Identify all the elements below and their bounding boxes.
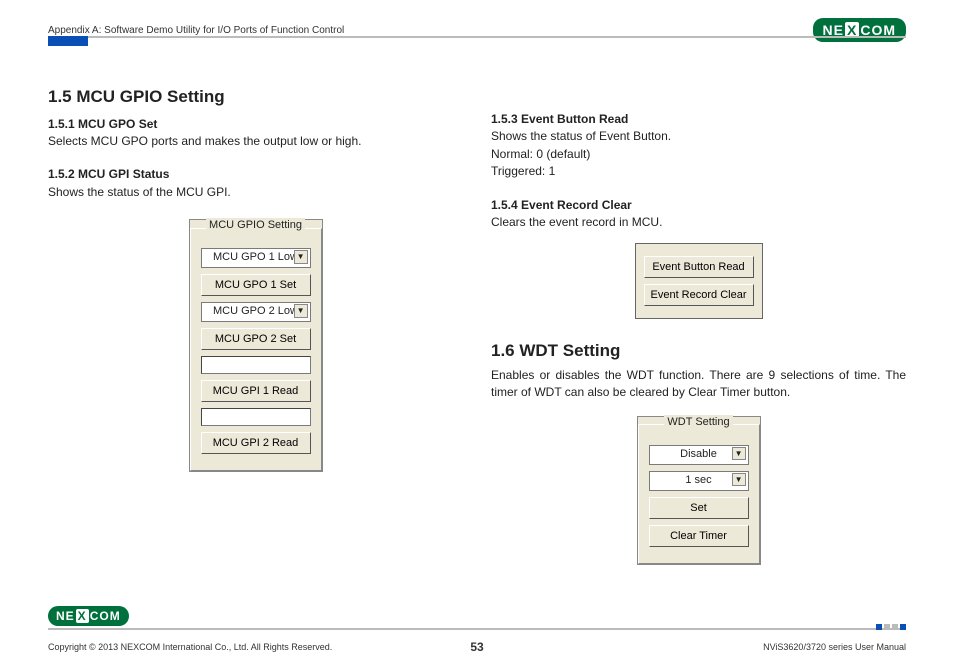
- footer-logo-post: COM: [90, 609, 121, 623]
- footer-brand-logo: NEXCOM: [48, 606, 129, 626]
- body-1-5-3-l3: Triggered: 1: [491, 163, 906, 180]
- footer-dots-decoration: [876, 624, 906, 630]
- heading-1-5-4: 1.5.4 Event Record Clear: [491, 197, 906, 214]
- right-column: 1.5.3 Event Button Read Shows the status…: [491, 85, 906, 612]
- event-button-read[interactable]: Event Button Read: [644, 256, 754, 278]
- wdt-clear-timer-button[interactable]: Clear Timer: [649, 525, 749, 547]
- gpo1-set-button[interactable]: MCU GPO 1 Set: [201, 274, 311, 296]
- body-1-5-4: Clears the event record in MCU.: [491, 214, 906, 231]
- heading-1-5-1: 1.5.1 MCU GPO Set: [48, 116, 463, 133]
- manual-reference: NViS3620/3720 series User Manual: [763, 642, 906, 652]
- page-number: 53: [470, 640, 483, 654]
- blue-tab-decoration: [48, 36, 88, 46]
- gpo2-set-button[interactable]: MCU GPO 2 Set: [201, 328, 311, 350]
- wdt-set-button[interactable]: Set: [649, 497, 749, 519]
- heading-1-5-3: 1.5.3 Event Button Read: [491, 111, 906, 128]
- body-1-5-3-l2: Normal: 0 (default): [491, 146, 906, 163]
- footer-logo-pre: NE: [56, 609, 75, 623]
- gpio-legend: MCU GPIO Setting: [206, 218, 305, 234]
- footer-rule: [48, 628, 906, 630]
- body-1-5-3-l1: Shows the status of Event Button.: [491, 128, 906, 145]
- wdt-panel: WDT Setting Disable 1 sec Set Clear Time…: [637, 416, 761, 565]
- mcu-gpio-panel: MCU GPIO Setting MCU GPO 1 Low MCU GPO 1…: [189, 219, 323, 472]
- gpo1-select[interactable]: MCU GPO 1 Low: [201, 248, 311, 268]
- heading-1-5-2: 1.5.2 MCU GPI Status: [48, 166, 463, 183]
- footer-logo-wrap: NEXCOM: [48, 606, 129, 626]
- copyright-text: Copyright © 2013 NEXCOM International Co…: [48, 642, 332, 652]
- footer-logo-x-icon: X: [76, 609, 89, 623]
- header-rule: [48, 36, 906, 38]
- gpo2-select[interactable]: MCU GPO 2 Low: [201, 302, 311, 322]
- gpi1-read-button[interactable]: MCU GPI 1 Read: [201, 380, 311, 402]
- wdt-legend: WDT Setting: [664, 415, 732, 431]
- body-1-5-2: Shows the status of the MCU GPI.: [48, 184, 463, 201]
- event-record-clear[interactable]: Event Record Clear: [644, 284, 754, 306]
- heading-1-6: 1.6 WDT Setting: [491, 339, 906, 364]
- body-1-6: Enables or disables the WDT function. Th…: [491, 367, 906, 402]
- gpi1-input[interactable]: [201, 356, 311, 374]
- left-column: 1.5 MCU GPIO Setting 1.5.1 MCU GPO Set S…: [48, 85, 463, 612]
- gpi2-read-button[interactable]: MCU GPI 2 Read: [201, 432, 311, 454]
- gpi2-input[interactable]: [201, 408, 311, 426]
- wdt-enable-select[interactable]: Disable: [649, 445, 749, 465]
- appendix-title: Appendix A: Software Demo Utility for I/…: [48, 25, 344, 36]
- heading-1-5: 1.5 MCU GPIO Setting: [48, 85, 463, 110]
- wdt-time-select[interactable]: 1 sec: [649, 471, 749, 491]
- brand-logo: NEXCOM: [813, 18, 906, 42]
- event-panel: Event Button Read Event Record Clear: [635, 243, 763, 319]
- body-1-5-1: Selects MCU GPO ports and makes the outp…: [48, 133, 463, 150]
